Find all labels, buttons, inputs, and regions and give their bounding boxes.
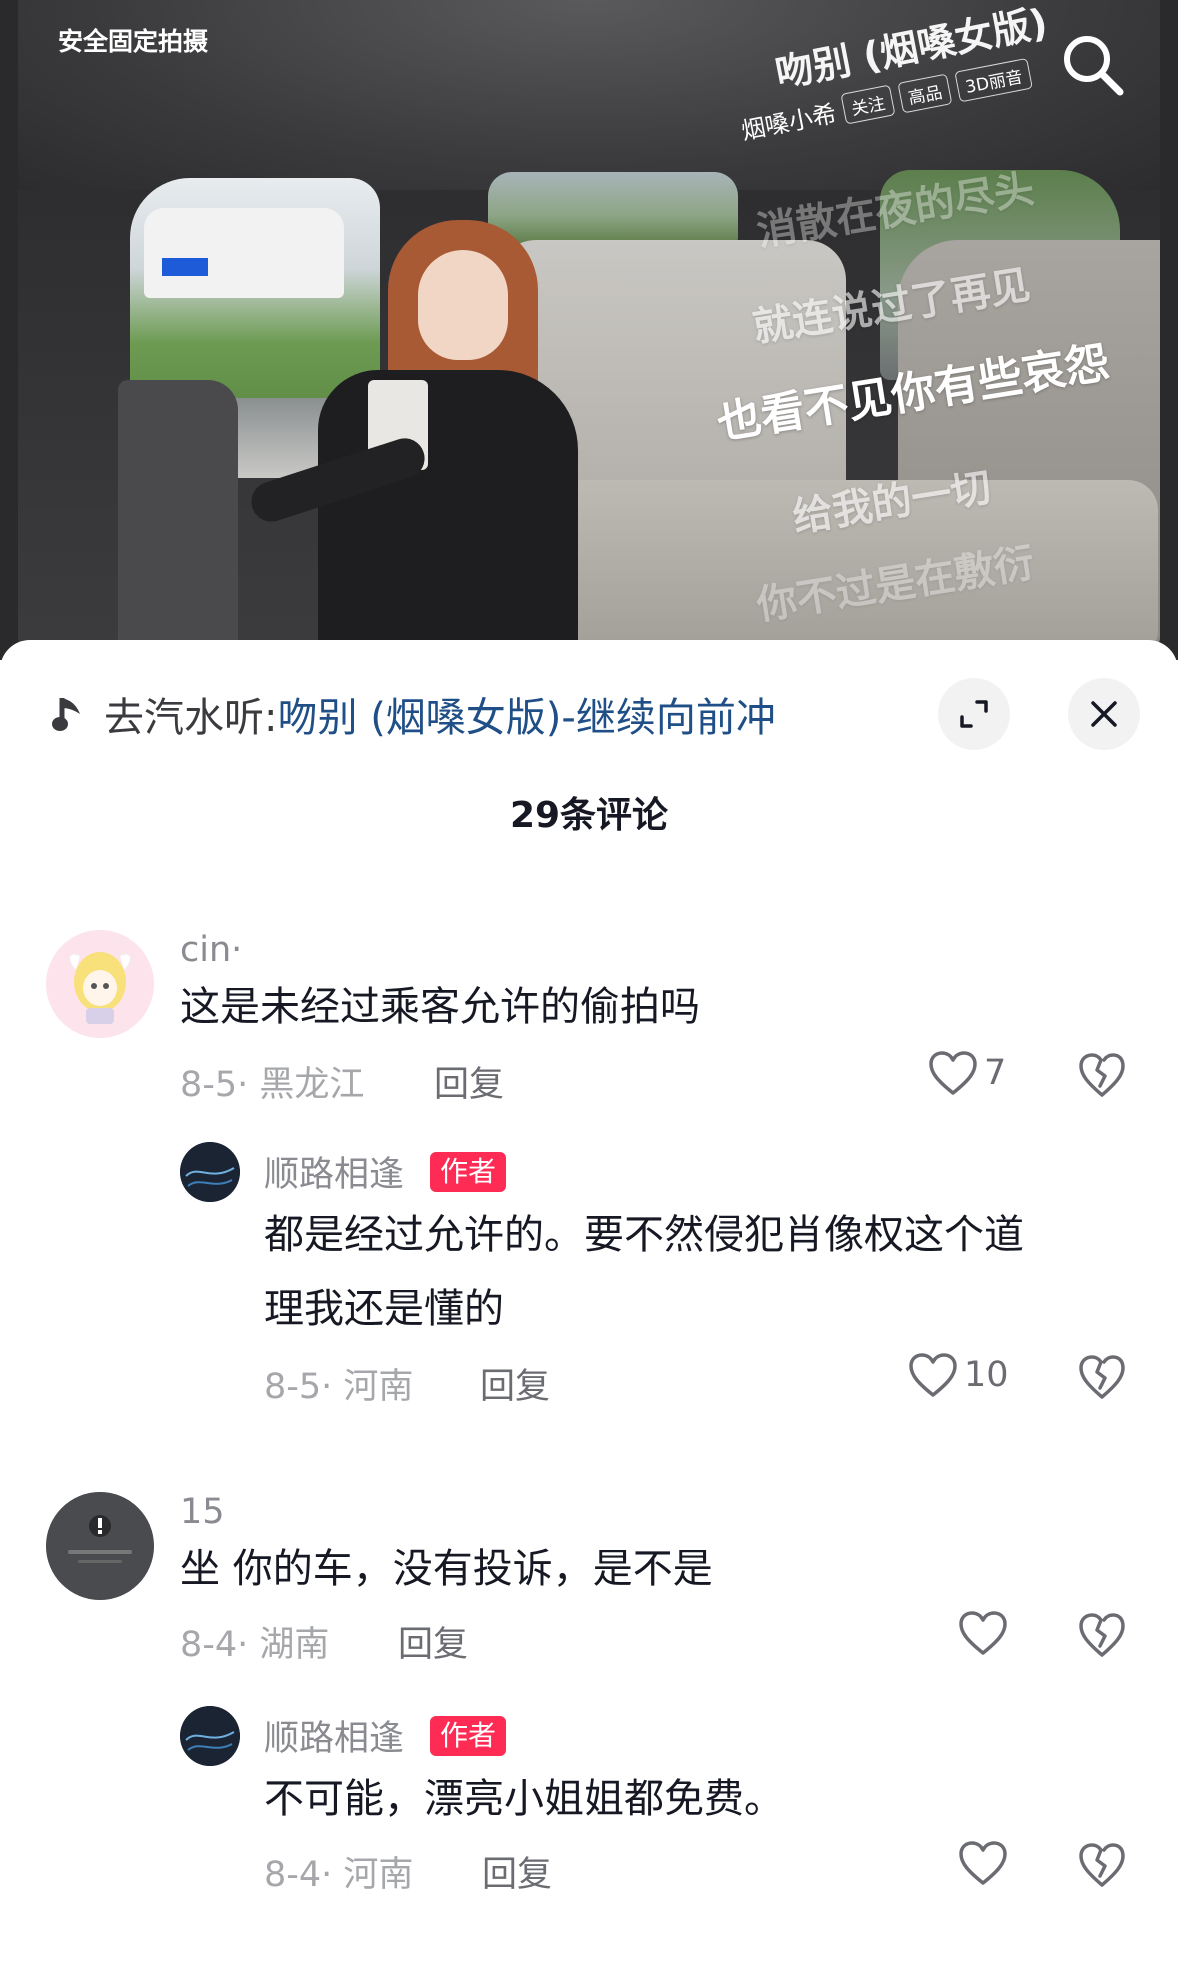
like-count: 10 — [964, 1355, 1009, 1395]
dislike-button[interactable] — [1078, 1052, 1126, 1102]
comment-item: cin· 这是未经过乘客允许的偷拍吗 8-5· 黑龙江 回复 7 顺路相逢 作者… — [0, 930, 1178, 1510]
avatar[interactable] — [46, 930, 154, 1038]
heart-icon — [909, 1353, 957, 1397]
search-icon — [1064, 36, 1124, 96]
passenger — [246, 220, 578, 660]
author-badge: 作者 — [430, 1716, 507, 1756]
author-avatar[interactable] — [180, 1142, 240, 1202]
heart-icon — [959, 1611, 1007, 1655]
video-label: 安全固定拍摄 — [58, 27, 209, 56]
broken-heart-icon — [1079, 1053, 1125, 1097]
door-panel — [118, 380, 238, 660]
license-plate — [162, 258, 208, 276]
author-avatar-image — [180, 1142, 240, 1202]
image-unavailable-icon — [46, 1492, 154, 1600]
heart-icon — [929, 1051, 977, 1095]
reply-username[interactable]: 顺路相逢 — [264, 1710, 404, 1761]
heart-icon — [959, 1841, 1007, 1885]
dislike-button[interactable] — [1078, 1612, 1126, 1662]
music-link-row[interactable]: 去汽水听: 吻别 (烟嗓女版)-继续向前冲 — [52, 684, 776, 744]
close-icon — [1091, 701, 1117, 727]
like-count: 7 — [984, 1053, 1007, 1093]
author-avatar[interactable] — [180, 1706, 240, 1766]
video-player[interactable]: 安全固定拍摄 吻别 (烟嗓女版) 烟嗓小希 关注 高品 3D丽音 消散在夜的尽头… — [0, 0, 1178, 660]
expand-icon — [960, 700, 988, 728]
reply-text: 不可能，漂亮小姐姐都免费。 — [264, 1776, 784, 1822]
music-prefix: 去汽水听: — [104, 695, 278, 741]
dislike-button[interactable] — [1078, 1842, 1126, 1892]
music-note-icon — [52, 698, 80, 731]
dislike-button[interactable] — [1078, 1354, 1126, 1404]
close-button[interactable] — [1068, 678, 1140, 750]
search-button[interactable] — [1058, 30, 1128, 100]
reply-button[interactable]: 回复 — [482, 1846, 552, 1897]
author-badge: 作者 — [430, 1152, 507, 1192]
quality-chip: 高品 — [897, 73, 953, 114]
broken-heart-icon — [1079, 1613, 1125, 1657]
reply-text: 都是经过允许的。要不然侵犯肖像权这个道 — [264, 1212, 1024, 1258]
broken-heart-icon — [1079, 1843, 1125, 1887]
like-button[interactable] — [958, 1840, 1014, 1886]
expand-button[interactable] — [938, 678, 1010, 750]
like-button[interactable]: 10 — [908, 1352, 1009, 1398]
reply-username[interactable]: 顺路相逢 — [264, 1146, 404, 1197]
reply-meta: 8-5· 河南 — [264, 1367, 414, 1407]
follow-chip[interactable]: 关注 — [840, 84, 896, 125]
comment-count: 29条评论 — [509, 795, 669, 836]
reply-button[interactable]: 回复 — [480, 1358, 550, 1409]
like-button[interactable] — [958, 1610, 1014, 1656]
reply-meta: 8-4· 河南 — [264, 1855, 414, 1895]
comment-item: 15 坐 你的车，没有投诉，是不是 8-4· 湖南 回复 顺路相逢 作者 不可能… — [0, 1492, 1178, 1972]
comment-sheet: 去汽水听: 吻别 (烟嗓女版)-继续向前冲 29条评论 cin· 这是未经过乘客… — [0, 640, 1178, 1972]
like-button[interactable]: 7 — [928, 1050, 1006, 1096]
reply-button[interactable]: 回复 — [398, 1616, 468, 1667]
reply-button[interactable]: 回复 — [434, 1056, 504, 1107]
comment-meta: 8-4· 湖南 — [180, 1625, 330, 1665]
comment-username[interactable]: 15 — [180, 1492, 225, 1532]
author-avatar-image — [180, 1706, 240, 1766]
comment-username[interactable]: cin· — [180, 930, 242, 970]
avatar[interactable] — [46, 1492, 154, 1600]
music-link[interactable]: 吻别 (烟嗓女版)-继续向前冲 — [277, 685, 775, 743]
reply-text: 理我还是懂的 — [264, 1286, 504, 1332]
comment-text: 这是未经过乘客允许的偷拍吗 — [180, 984, 700, 1030]
comment-text: 坐 你的车，没有投诉，是不是 — [180, 1546, 713, 1592]
broken-heart-icon — [1079, 1355, 1125, 1399]
anime-avatar-icon — [46, 930, 154, 1038]
comment-meta: 8-5· 黑龙江 — [180, 1065, 365, 1105]
